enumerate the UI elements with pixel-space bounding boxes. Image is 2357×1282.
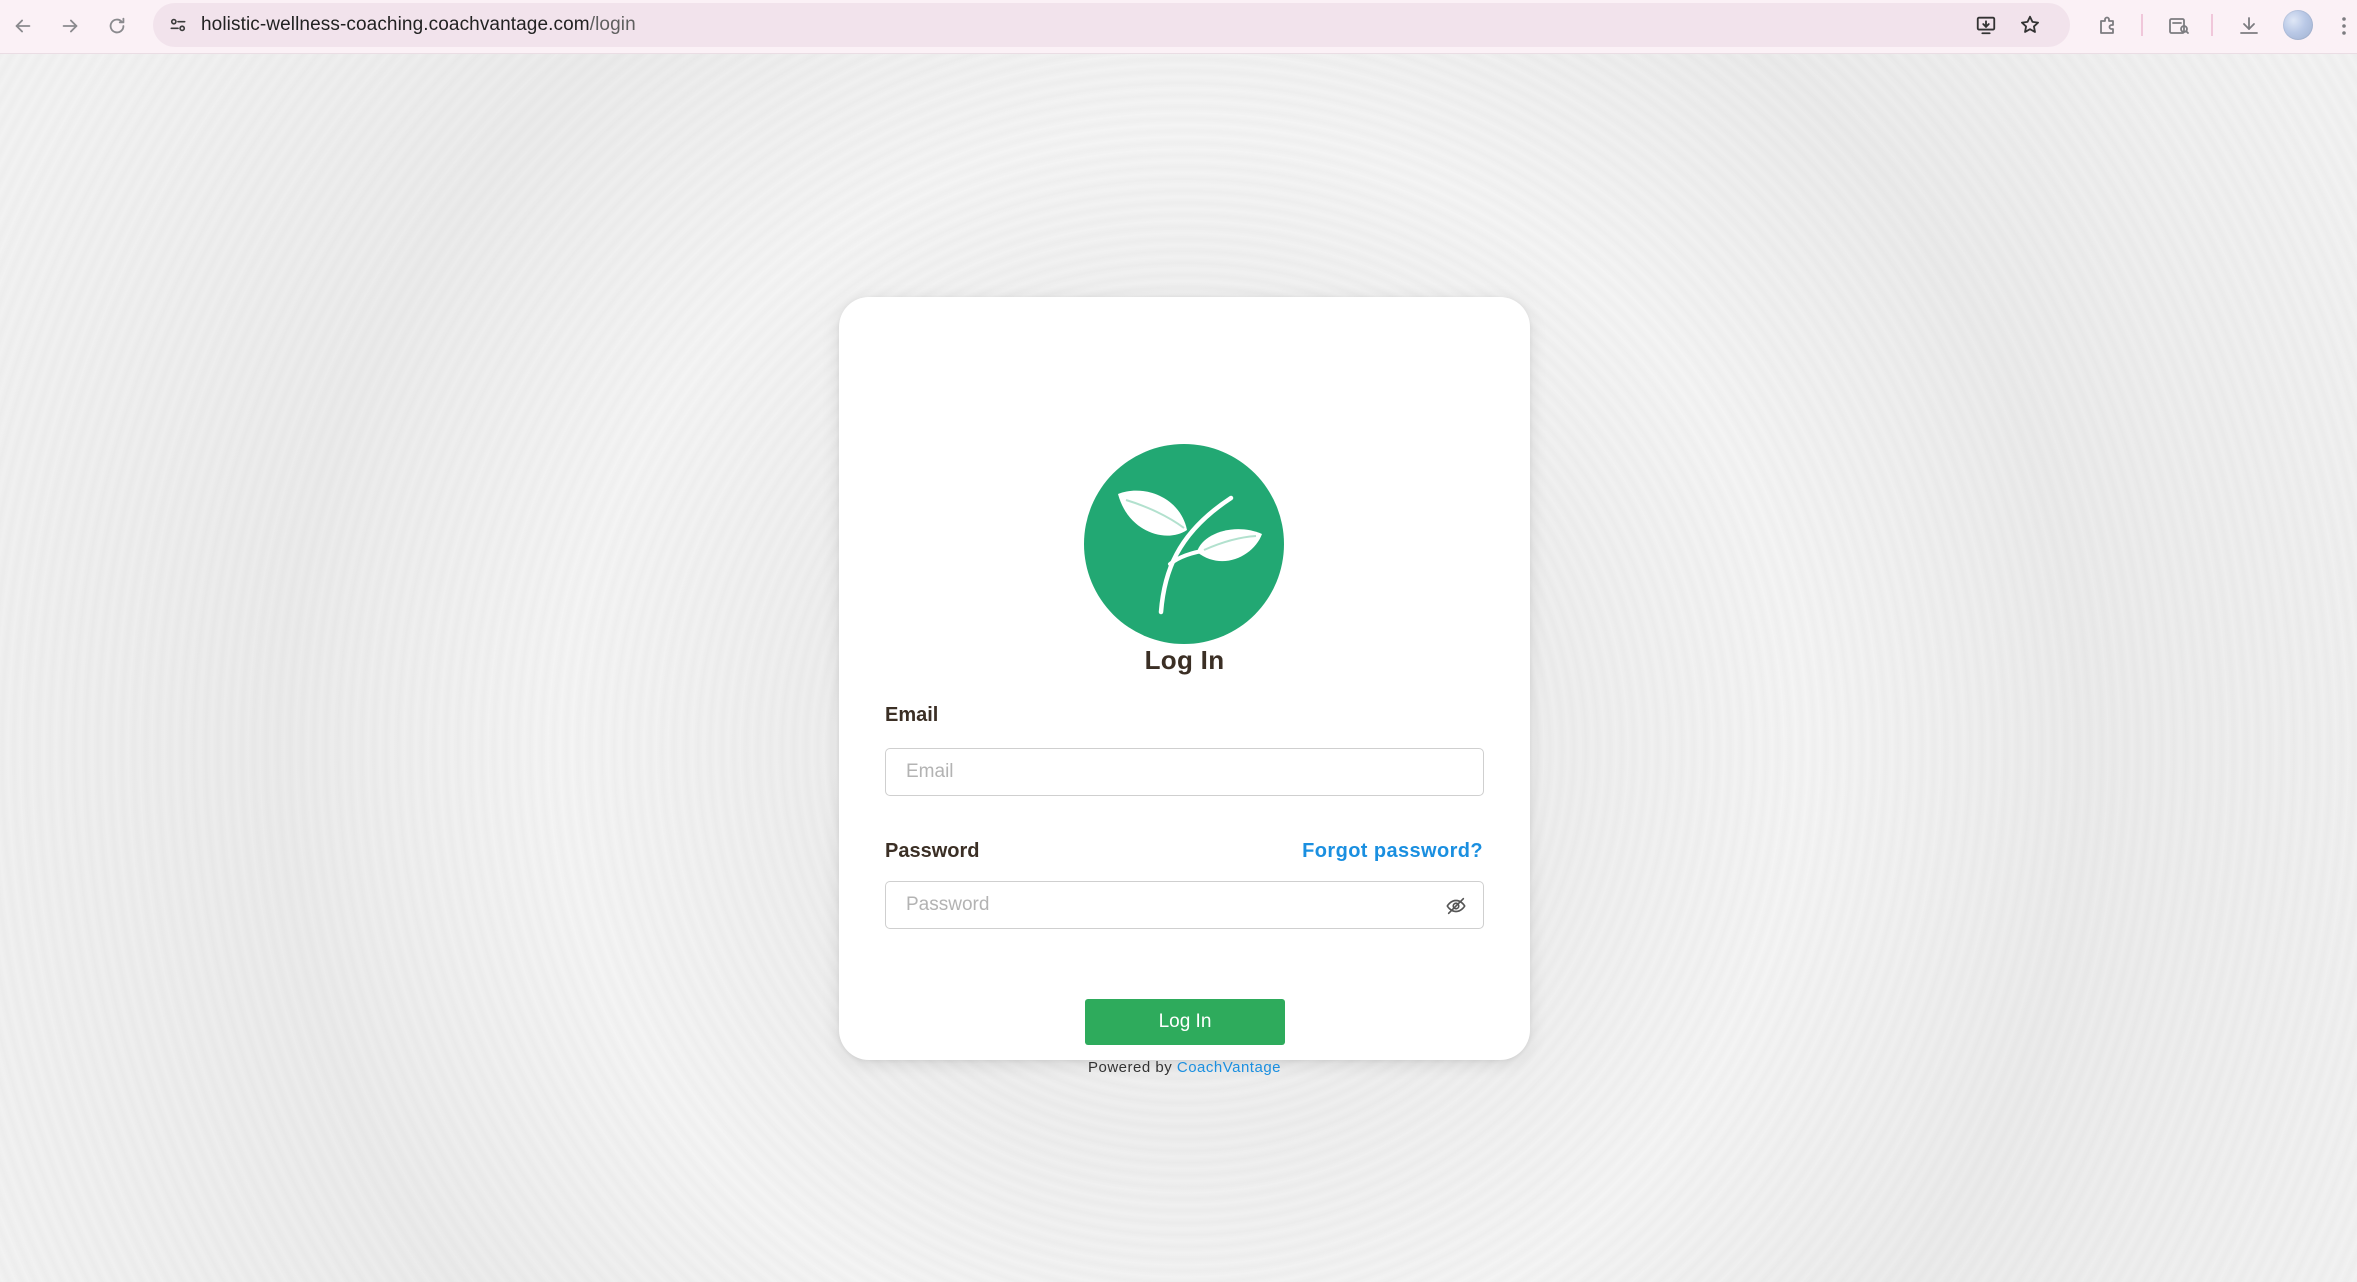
back-button[interactable] — [3, 6, 43, 46]
eye-off-icon — [1446, 897, 1466, 915]
browser-menu-button[interactable] — [2332, 8, 2356, 44]
toolbar-separator — [2141, 14, 2143, 36]
powered-by: Powered by CoachVantage — [839, 1059, 1530, 1076]
forward-arrow-icon — [62, 19, 78, 33]
reload-icon — [109, 17, 125, 34]
password-field[interactable] — [885, 881, 1484, 929]
back-arrow-icon — [15, 19, 31, 33]
download-icon — [2240, 17, 2258, 34]
install-app-button[interactable] — [1971, 10, 2001, 40]
avatar[interactable] — [2283, 10, 2313, 40]
reading-mode-icon — [2169, 18, 2189, 34]
forgot-password-link[interactable]: Forgot password? — [1302, 840, 1483, 863]
toolbar-separator — [2211, 14, 2213, 36]
tune-icon — [170, 18, 186, 32]
coachvantage-link[interactable]: CoachVantage — [1177, 1059, 1281, 1076]
email-field[interactable] — [885, 748, 1484, 796]
site-info-button[interactable] — [163, 10, 193, 40]
url-text[interactable]: holistic-wellness-coaching.coachvantage.… — [201, 3, 636, 47]
downloads-button[interactable] — [2231, 8, 2267, 44]
email-label: Email — [885, 704, 939, 726]
install-app-icon — [1976, 16, 1996, 35]
reading-mode-button[interactable] — [2161, 8, 2197, 44]
forward-button[interactable] — [50, 6, 90, 46]
extensions-button[interactable] — [2090, 8, 2126, 44]
leaf-logo-icon — [1084, 444, 1284, 644]
address-bar[interactable]: holistic-wellness-coaching.coachvantage.… — [153, 3, 2070, 47]
puzzle-icon — [2100, 16, 2114, 34]
kebab-menu-icon — [2342, 17, 2346, 35]
star-icon — [2021, 15, 2039, 33]
password-label: Password — [885, 840, 980, 862]
page-title: Log In — [1144, 645, 1225, 675]
login-card: Log In Email Password Forgot password? L… — [839, 297, 1530, 1076]
url-path: /login — [589, 14, 636, 35]
bookmark-button[interactable] — [2015, 10, 2045, 40]
url-host: holistic-wellness-coaching.coachvantage.… — [201, 14, 590, 35]
brand-logo — [1084, 444, 1284, 644]
page-background: Log In Email Password Forgot password? L… — [0, 54, 2357, 1282]
reload-button[interactable] — [97, 6, 137, 46]
browser-toolbar: holistic-wellness-coaching.coachvantage.… — [0, 0, 2357, 54]
login-button[interactable]: Log In — [1085, 999, 1285, 1045]
toggle-password-visibility[interactable] — [1443, 893, 1469, 919]
powered-by-text: Powered by — [1087, 1059, 1177, 1076]
